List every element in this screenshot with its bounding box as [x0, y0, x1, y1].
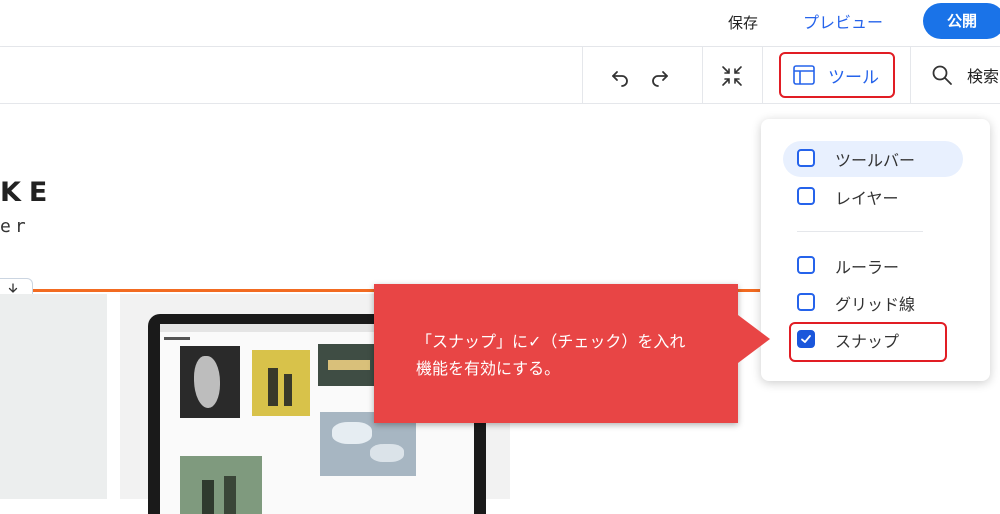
- top-bar: 保存 プレビュー 公開: [0, 0, 1000, 47]
- toolbar-divider: [910, 47, 911, 103]
- photo-thumbnail: [318, 344, 378, 386]
- editor-toolbar: ツール 検索: [0, 47, 1000, 104]
- tools-button[interactable]: ツール: [779, 52, 895, 98]
- collapse-icon[interactable]: [720, 64, 744, 88]
- checkbox-unchecked-icon[interactable]: [797, 187, 815, 205]
- search-button-label[interactable]: 検索: [967, 63, 999, 87]
- callout-pointer: [738, 315, 770, 363]
- menu-item-label: レイヤー: [835, 189, 899, 208]
- preview-button[interactable]: プレビュー: [797, 8, 889, 38]
- search-icon[interactable]: [930, 63, 954, 87]
- callout-text: 「スナップ」に✓（チェック）を入れ 機能を有効にする。: [416, 328, 685, 382]
- texture-image-panel: [0, 294, 107, 499]
- photo-thumbnail: [180, 456, 262, 514]
- toolbar-divider: [762, 47, 763, 103]
- checkbox-unchecked-icon[interactable]: [797, 256, 815, 274]
- panel-layout-icon: [793, 65, 815, 85]
- undo-icon[interactable]: [608, 64, 632, 88]
- menu-item-toolbar[interactable]: ツールバー: [783, 141, 963, 177]
- redo-icon[interactable]: [648, 64, 672, 88]
- menu-divider: [797, 231, 923, 232]
- toolbar-divider: [582, 47, 583, 103]
- canvas-heading-text: KE: [0, 177, 56, 208]
- menu-item-label: グリッド線: [835, 295, 916, 314]
- callout-line: 「スナップ」に✓（チェック）を入れ: [416, 332, 686, 351]
- photo-thumbnail: [252, 350, 310, 416]
- tools-button-label: ツール: [828, 68, 879, 88]
- checkbox-unchecked-icon[interactable]: [797, 293, 815, 311]
- menu-item-label: ルーラー: [835, 258, 900, 277]
- photo-thumbnail: [180, 346, 240, 418]
- canvas-subheading-text: er: [0, 216, 30, 237]
- menu-item-ruler[interactable]: ルーラー: [783, 248, 963, 284]
- menu-item-label: ツールバー: [835, 151, 916, 170]
- snap-highlight-box: [789, 322, 947, 362]
- instruction-callout: 「スナップ」に✓（チェック）を入れ 機能を有効にする。: [374, 284, 738, 423]
- publish-button[interactable]: 公開: [923, 3, 1000, 39]
- toolbar-divider: [702, 47, 703, 103]
- save-button[interactable]: 保存: [718, 8, 768, 38]
- checkbox-unchecked-icon[interactable]: [797, 149, 815, 167]
- site-logo-mark: [164, 337, 190, 340]
- menu-item-gridlines[interactable]: グリッド線: [783, 285, 963, 321]
- menu-item-layers[interactable]: レイヤー: [783, 179, 963, 215]
- callout-line: 機能を有効にする。: [416, 359, 561, 378]
